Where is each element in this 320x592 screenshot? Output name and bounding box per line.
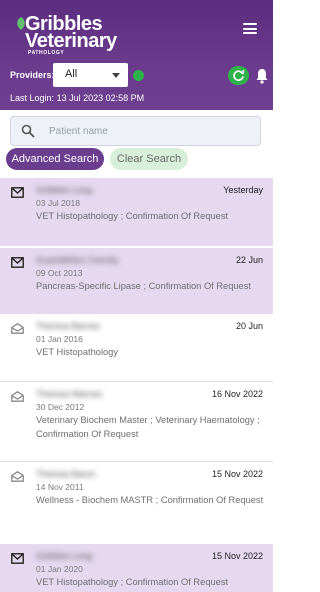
list-item[interactable]: Theresa Baron 15 Nov 2022 14 Nov 2011 We…	[0, 462, 273, 544]
patient-name: Theresa Barnes	[36, 321, 101, 331]
envelope-open-icon	[11, 323, 24, 334]
brand-logo: Gribbles Veterinary PATHOLOGY	[15, 13, 125, 57]
patient-name-input[interactable]	[49, 122, 249, 140]
patient-dob: 01 Jan 2016	[36, 334, 83, 344]
test-names: VET Histopathology	[36, 347, 118, 357]
test-names: Veterinary Biochem Master ; Veterinary H…	[36, 415, 260, 439]
patient-name: Gribbles Long	[36, 551, 93, 561]
test-names: Wellness - Biochem MASTR ; Confirmation …	[36, 495, 264, 505]
patient-dob: 14 Nov 2011	[36, 482, 84, 492]
last-login: Last Login: 13 Jul 2023 02:58 PM	[10, 93, 144, 103]
test-names: Pancreas-Specific Lipase ; Confirmation …	[36, 281, 251, 291]
patient-dob: 01 Jan 2020	[36, 564, 83, 574]
result-date: 20 Jun	[235, 321, 263, 331]
list-item[interactable]: Theresa Barnes 20 Jun 01 Jan 2016 VET Hi…	[0, 314, 273, 382]
patient-name: Theresa Baron	[36, 469, 96, 479]
test-names: VET Histopathology ; Confirmation Of Req…	[36, 577, 229, 587]
patient-dob: 30 Dec 2012	[36, 402, 85, 412]
patient-dob: 03 Jul 2018	[36, 198, 80, 208]
patient-search-box[interactable]	[10, 116, 261, 146]
last-login-value: 13 Jul 2023 02:58 PM	[56, 93, 145, 103]
status-indicator	[133, 70, 144, 81]
app-header: Gribbles Veterinary PATHOLOGY Providers:…	[0, 0, 273, 110]
brand-subtitle: PATHOLOGY	[28, 50, 65, 56]
result-date: 15 Nov 2022	[211, 469, 263, 479]
brand-name-line2: Veterinary	[25, 30, 117, 52]
refresh-icon	[233, 69, 245, 81]
envelope-closed-icon	[11, 187, 24, 198]
menu-icon[interactable]	[243, 23, 257, 34]
bell-icon[interactable]	[255, 68, 269, 84]
providers-selected-value: All	[65, 68, 78, 80]
advanced-search-button[interactable]: Advanced Search	[6, 148, 104, 170]
clear-search-button[interactable]: Clear Search	[110, 148, 188, 170]
result-date: 22 Jun	[235, 255, 263, 265]
list-item[interactable]: Gribbles Long 15 Nov 2022 01 Jan 2020 VE…	[0, 544, 273, 592]
providers-dropdown[interactable]: All	[53, 63, 128, 87]
chevron-down-icon	[112, 73, 120, 78]
list-item[interactable]: Gribbles Long Yesterday 03 Jul 2018 VET …	[0, 178, 273, 246]
envelope-open-icon	[11, 471, 24, 482]
patient-dob: 09 Oct 2013	[36, 268, 83, 278]
result-date: 15 Nov 2022	[211, 551, 263, 561]
list-item[interactable]: Guardafidox Cremity 22 Jun 09 Oct 2013 P…	[0, 248, 273, 314]
test-names: VET Histopathology ; Confirmation Of Req…	[36, 211, 229, 221]
envelope-closed-icon	[11, 257, 24, 268]
envelope-closed-icon	[11, 553, 24, 564]
patient-name: Gribbles Long	[36, 185, 93, 195]
last-login-label: Last Login:	[10, 93, 55, 103]
patient-name: Guardafidox Cremity	[36, 255, 119, 265]
result-date: 16 Nov 2022	[211, 389, 263, 399]
envelope-open-icon	[11, 391, 24, 402]
refresh-button[interactable]	[228, 66, 249, 85]
providers-label: Providers:	[10, 70, 55, 80]
search-icon	[21, 124, 35, 138]
result-date: Yesterday	[223, 185, 263, 195]
results-list: Gribbles Long Yesterday 03 Jul 2018 VET …	[0, 178, 273, 592]
list-item[interactable]: Theresa Warnes 16 Nov 2022 30 Dec 2012 V…	[0, 382, 273, 462]
patient-name: Theresa Warnes	[36, 389, 103, 399]
